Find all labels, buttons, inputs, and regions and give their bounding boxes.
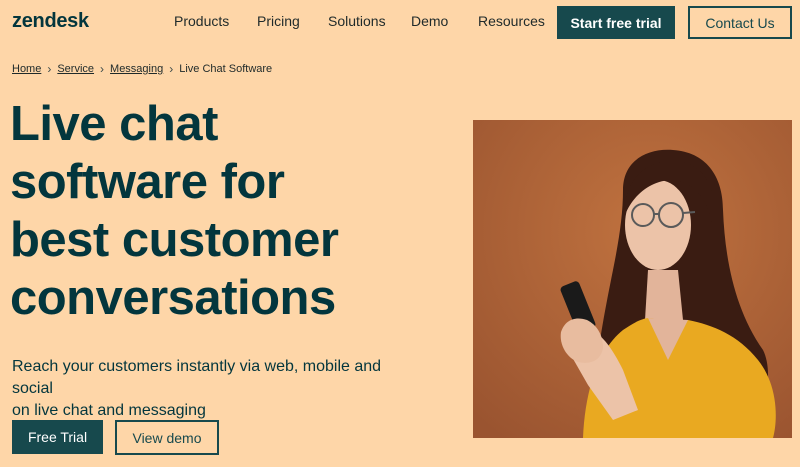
woman-with-phone-illustration <box>473 120 792 438</box>
nav-item-solutions[interactable]: Solutions <box>328 13 386 29</box>
headline-line: Live chat <box>10 97 218 151</box>
free-trial-button[interactable]: Free Trial <box>12 420 103 454</box>
breadcrumb-current: Live Chat Software <box>179 63 273 75</box>
headline-line: conversations <box>10 271 336 325</box>
nav-item-products[interactable]: Products <box>174 13 229 29</box>
breadcrumb-messaging[interactable]: Messaging <box>110 63 163 75</box>
breadcrumb-home[interactable]: Home <box>12 63 41 75</box>
nav-item-resources[interactable]: Resources <box>478 13 545 29</box>
hero-subheading: Reach your customers instantly via web, … <box>12 356 412 422</box>
hero-photo <box>473 120 792 438</box>
breadcrumb-service[interactable]: Service <box>57 63 94 75</box>
breadcrumb: Home › Service › Messaging › Live Chat S… <box>12 62 272 76</box>
chevron-right-icon: › <box>47 62 52 76</box>
nav-item-pricing[interactable]: Pricing <box>257 13 300 29</box>
zendesk-logo[interactable]: zendesk <box>12 10 89 33</box>
headline-line: best customer <box>10 213 339 267</box>
view-demo-button[interactable]: View demo <box>115 420 219 455</box>
contact-us-button[interactable]: Contact Us <box>688 6 792 39</box>
page-title: Live chat software for best customer con… <box>10 95 450 327</box>
nav-item-demo[interactable]: Demo <box>411 13 448 29</box>
start-free-trial-button[interactable]: Start free trial <box>557 6 675 39</box>
chevron-right-icon: › <box>169 62 174 76</box>
subhead-line: Reach your customers instantly via web, … <box>12 358 382 397</box>
headline-line: software for <box>10 155 285 209</box>
chevron-right-icon: › <box>100 62 105 76</box>
subhead-line: on live chat and messaging <box>12 402 206 419</box>
